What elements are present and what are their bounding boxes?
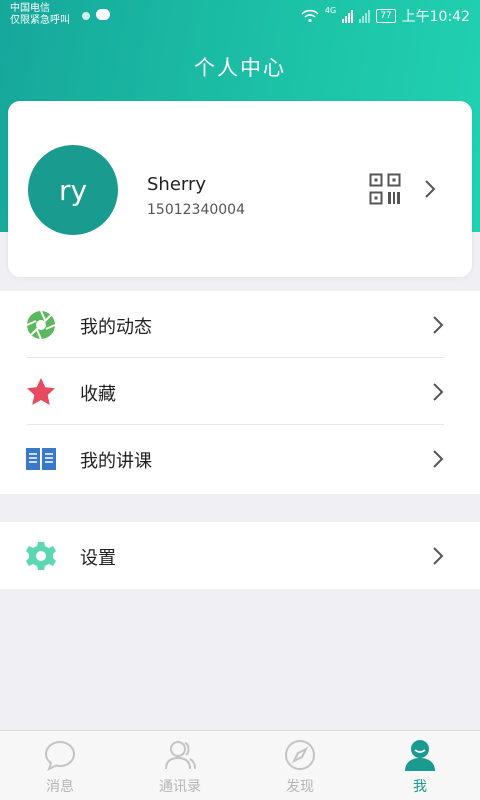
status-right: 4G 77 上午10:42: [301, 6, 470, 26]
menu-group-settings: 设置: [0, 522, 480, 589]
contacts-icon: [165, 741, 196, 770]
signal-strength-icon: [342, 9, 354, 23]
menu-item-my-moments[interactable]: 我的动态: [0, 291, 480, 358]
wifi-icon: [301, 9, 319, 23]
bottom-tab-bar: 消息 通讯录 发现 我: [0, 730, 480, 800]
tab-me[interactable]: 我: [360, 731, 480, 800]
tab-label: 消息: [46, 779, 74, 795]
avatar[interactable]: ry: [28, 145, 118, 235]
menu-item-favorites[interactable]: 收藏: [0, 358, 480, 425]
menu-item-label: 我的动态: [80, 317, 152, 338]
menu-item-label: 收藏: [80, 384, 116, 405]
tab-discover[interactable]: 发现: [240, 731, 360, 800]
tab-label: 我: [413, 779, 427, 795]
tab-messages[interactable]: 消息: [0, 731, 120, 800]
carrier-info: 中国电信 仅限紧急呼叫: [10, 3, 70, 27]
notification-dot-icon: [82, 12, 90, 20]
carrier-status: 仅限紧急呼叫: [10, 15, 70, 26]
tab-label: 发现: [286, 779, 314, 795]
chevron-right-icon: [425, 180, 436, 198]
menu-item-settings[interactable]: 设置: [0, 522, 480, 589]
network-type-label: 4G: [324, 6, 337, 15]
user-phone: 15012340004: [147, 202, 245, 218]
user-icon: [405, 740, 435, 771]
qr-code-icon[interactable]: [369, 173, 401, 205]
menu-group-main: 我的动态 收藏 我的讲课: [0, 291, 480, 494]
tab-contacts[interactable]: 通讯录: [120, 731, 240, 800]
battery-indicator: 77: [376, 9, 396, 23]
chevron-right-icon: [433, 316, 444, 334]
page-title: 个人中心: [194, 56, 286, 80]
compass-icon: [285, 740, 315, 770]
chevron-right-icon: [433, 547, 444, 565]
book-icon: [26, 448, 56, 470]
carrier-name: 中国电信: [10, 3, 50, 14]
menu-item-my-lectures[interactable]: 我的讲课: [0, 425, 480, 492]
profile-card[interactable]: ry Sherry 15012340004: [8, 101, 472, 277]
status-bar: 中国电信 仅限紧急呼叫 4G 77 上午10:42: [0, 0, 480, 34]
user-name: Sherry: [147, 174, 207, 195]
aperture-icon: [26, 310, 56, 340]
chevron-right-icon: [433, 383, 444, 401]
clock: 上午10:42: [401, 9, 470, 25]
menu-item-label: 设置: [80, 548, 116, 569]
chevron-right-icon: [433, 450, 444, 468]
gear-icon: [26, 542, 56, 570]
message-notification-icon: [96, 9, 110, 20]
signal-no-service-icon: [359, 9, 371, 23]
tab-label: 通讯录: [159, 779, 201, 795]
chat-bubble-icon: [44, 740, 76, 771]
menu-item-label: 我的讲课: [80, 451, 152, 472]
star-icon: [27, 378, 55, 405]
